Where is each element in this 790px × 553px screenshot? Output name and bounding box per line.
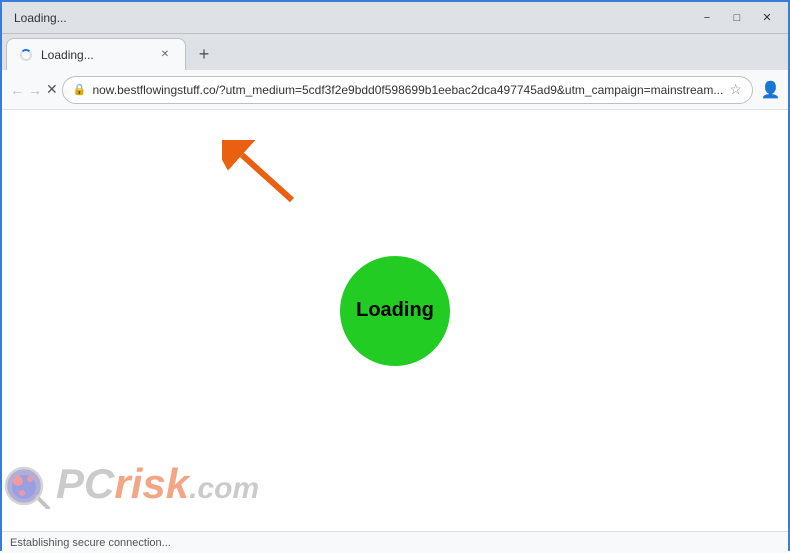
lock-icon: 🔒 xyxy=(73,83,87,96)
pcrisk-logo-icon xyxy=(2,459,52,509)
com-text: .com xyxy=(189,472,259,506)
reload-icon: ✕ xyxy=(46,81,58,98)
loading-circle: Loading xyxy=(340,256,450,366)
forward-icon: → xyxy=(28,82,42,98)
window-title: Loading... xyxy=(14,11,67,25)
pcrisk-watermark: PC risk .com xyxy=(2,459,259,509)
reload-button[interactable]: ✕ xyxy=(46,76,58,104)
pc-text: PC xyxy=(56,460,114,508)
tab-favicon xyxy=(19,48,33,62)
tab-title: Loading... xyxy=(41,48,149,62)
maximize-button[interactable]: □ xyxy=(724,7,750,29)
browser-tab-active[interactable]: Loading... ✕ xyxy=(6,38,186,70)
pcrisk-logo: PC risk .com xyxy=(2,459,259,509)
page-content: Loading PC risk .com xyxy=(2,110,788,531)
bookmark-star-icon[interactable]: ☆ xyxy=(729,81,742,98)
address-bar[interactable]: 🔒 now.bestflowingstuff.co/?utm_medium=5c… xyxy=(62,76,753,104)
nav-right-buttons: 👤 ⋮ xyxy=(757,76,790,104)
tab-close-button[interactable]: ✕ xyxy=(157,47,173,63)
window-controls: − □ ✕ xyxy=(694,7,780,29)
arrow-annotation xyxy=(222,140,302,200)
new-tab-button[interactable]: + xyxy=(190,40,218,68)
navigation-bar: ← → ✕ 🔒 now.bestflowingstuff.co/?utm_med… xyxy=(2,70,788,110)
url-text: now.bestflowingstuff.co/?utm_medium=5cdf… xyxy=(92,83,723,97)
tab-loading-spinner xyxy=(20,49,32,61)
profile-button[interactable]: 👤 xyxy=(757,76,785,104)
window-close-button[interactable]: ✕ xyxy=(754,7,780,29)
back-button[interactable]: ← xyxy=(10,76,24,104)
window-titlebar: Loading... − □ ✕ xyxy=(2,2,788,34)
tab-bar: Loading... ✕ + xyxy=(2,34,788,70)
status-bar: Establishing secure connection... xyxy=(2,531,788,553)
profile-icon: 👤 xyxy=(761,80,781,100)
pcrisk-text: PC risk .com xyxy=(56,460,259,508)
arrow-svg xyxy=(222,140,302,210)
risk-text: risk xyxy=(114,460,189,508)
status-text: Establishing secure connection... xyxy=(10,537,171,549)
forward-button[interactable]: → xyxy=(28,76,42,104)
tab-title-text: Loading... xyxy=(14,11,67,25)
loading-text: Loading xyxy=(356,299,434,322)
minimize-button[interactable]: − xyxy=(694,7,720,29)
back-icon: ← xyxy=(10,82,24,98)
